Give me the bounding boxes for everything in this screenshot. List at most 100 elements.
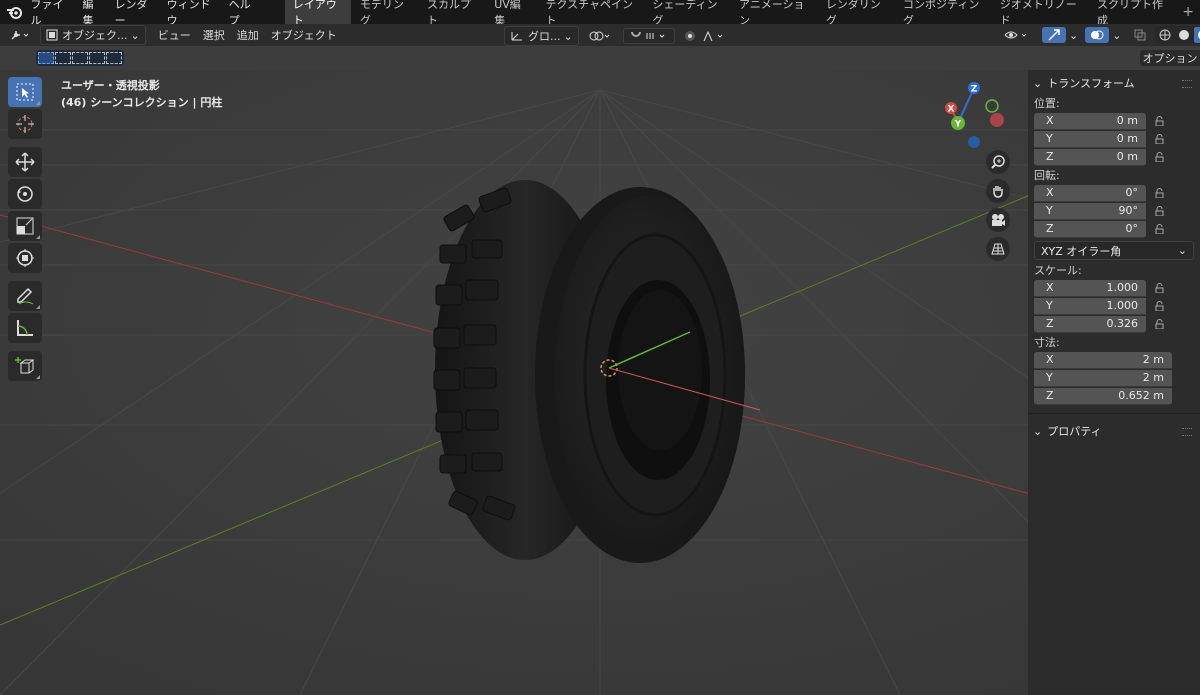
select-new-icon[interactable]: [38, 52, 54, 64]
proportional-edit-toggle[interactable]: [679, 29, 735, 43]
lock-icon[interactable]: [1154, 133, 1166, 145]
navigation-buttons: [986, 150, 1010, 261]
lock-icon[interactable]: [1154, 205, 1166, 217]
select-box-tool[interactable]: [8, 77, 42, 107]
transform-orientation-select[interactable]: グロ... ⌄: [504, 26, 579, 46]
axis-label: Y: [1046, 299, 1053, 312]
cursor-tool[interactable]: [8, 109, 42, 139]
axis-label: X: [1046, 353, 1054, 366]
pivot-point-button[interactable]: [583, 29, 619, 43]
field-value: 0.652 m: [1118, 389, 1164, 402]
drag-grip-icon[interactable]: [1182, 80, 1192, 88]
lock-icon[interactable]: [1154, 223, 1166, 235]
gizmo-toggle[interactable]: [1042, 27, 1066, 43]
eye-icon: [1004, 31, 1027, 39]
menu-object[interactable]: オブジェクト: [265, 27, 343, 43]
view-object-types-button[interactable]: [999, 27, 1035, 43]
menu-view[interactable]: ビュー: [152, 27, 197, 43]
rotation-mode-select[interactable]: XYZ オイラー角 ⌄: [1034, 241, 1194, 260]
view-name-label: ユーザー・透視投影: [61, 79, 160, 92]
z-axis-label: Z: [971, 85, 978, 95]
rotation-z-field[interactable]: Z 0°: [1034, 220, 1146, 238]
lock-icon[interactable]: [1154, 115, 1166, 127]
3d-viewport[interactable]: [0, 70, 1200, 695]
orientation-icon: [511, 32, 522, 41]
xray-toggle[interactable]: [1128, 27, 1152, 43]
neg-x-axis-ball[interactable]: [990, 113, 1004, 127]
properties-panel-header[interactable]: ⌄ プロパティ: [1028, 420, 1200, 442]
transform-panel-header[interactable]: ⌄ トランスフォーム: [1028, 72, 1200, 94]
camera-view-button[interactable]: [986, 208, 1010, 232]
dimensions-z-field[interactable]: Z 0.652 m: [1034, 387, 1172, 405]
camera-icon: [992, 214, 1005, 226]
material-preview-button[interactable]: [1194, 27, 1200, 43]
neg-z-axis-ball[interactable]: [968, 136, 980, 148]
ruler-icon: [17, 320, 33, 336]
selection-mode-buttons: [36, 50, 124, 66]
dimensions-x-field[interactable]: X 2 m: [1034, 351, 1172, 369]
transform-title: トランスフォーム: [1047, 77, 1135, 90]
measure-tool[interactable]: [8, 313, 42, 343]
location-y-field[interactable]: Y 0 m: [1034, 130, 1146, 148]
add-workspace-button[interactable]: +: [1176, 4, 1200, 20]
tool-bar: [8, 77, 44, 383]
navigation-gizmo[interactable]: Z X Y: [940, 76, 1010, 156]
select-subtract-icon[interactable]: [72, 52, 88, 64]
rotation-label: 回転:: [1034, 169, 1060, 182]
lock-icon[interactable]: [1154, 151, 1166, 163]
location-x-field[interactable]: X 0 m: [1034, 112, 1146, 130]
axis-label: Z: [1046, 389, 1054, 402]
select-extend-icon[interactable]: [55, 52, 71, 64]
scale-y-field[interactable]: Y 1.000: [1034, 297, 1146, 315]
rotation-y-field[interactable]: Y 90°: [1034, 202, 1146, 220]
lock-icon[interactable]: [1154, 318, 1166, 330]
lock-icon[interactable]: [1154, 187, 1166, 199]
transform-tool[interactable]: [8, 243, 42, 273]
chevron-down-icon[interactable]: ⌄: [1069, 29, 1078, 42]
solid-shading-button[interactable]: [1175, 27, 1193, 43]
pan-button[interactable]: [986, 179, 1010, 203]
zoom-button[interactable]: [986, 150, 1010, 174]
menu-select[interactable]: 選択: [197, 27, 231, 43]
field-value: 0°: [1125, 186, 1139, 199]
overlays-toggle[interactable]: [1085, 27, 1110, 43]
field-value: 1.000: [1106, 299, 1139, 312]
object-mode-icon: [46, 29, 58, 41]
dimensions-y-field[interactable]: Y 2 m: [1034, 369, 1172, 387]
proportional-edit-icon: [684, 30, 723, 42]
wireframe-shading-button[interactable]: [1156, 27, 1174, 43]
scale-x-field[interactable]: X 1.000: [1034, 279, 1146, 297]
scale-tool[interactable]: [8, 211, 42, 241]
menu-add[interactable]: 追加: [231, 27, 265, 43]
snap-toggle[interactable]: [622, 28, 675, 44]
chevron-down-icon: ⌄: [1177, 244, 1187, 257]
snap-magnet-icon: [630, 31, 665, 39]
axis-gizmo: Z X Y: [945, 82, 1004, 148]
options-button[interactable]: オプション: [1140, 50, 1200, 66]
scale-z-field[interactable]: Z 0.326: [1034, 315, 1146, 333]
add-cube-tool[interactable]: [8, 351, 42, 381]
drag-grip-icon[interactable]: [1182, 428, 1192, 436]
field-value: 0.326: [1106, 317, 1139, 330]
perspective-toggle-button[interactable]: [986, 237, 1010, 261]
lock-icon[interactable]: [1154, 282, 1166, 294]
rotate-tool[interactable]: [8, 179, 42, 209]
rotate-icon: [17, 186, 33, 202]
mode-select[interactable]: オブジェク... ⌄: [40, 25, 146, 45]
location-label: 位置:: [1034, 97, 1060, 110]
y-axis-label: Y: [954, 120, 962, 130]
editor-type-button[interactable]: [4, 27, 36, 43]
neg-y-axis-ball[interactable]: [985, 99, 999, 113]
annotate-tool[interactable]: [8, 281, 42, 311]
rotation-x-field[interactable]: X 0°: [1034, 184, 1146, 202]
zoom-icon: [991, 155, 1005, 169]
location-z-field[interactable]: Z 0 m: [1034, 148, 1146, 166]
chevron-down-icon[interactable]: ⌄: [1112, 29, 1121, 42]
field-value: 1.000: [1106, 281, 1139, 294]
lock-icon[interactable]: [1154, 300, 1166, 312]
select-intersect-icon[interactable]: [106, 52, 122, 64]
tire-object[interactable]: [433, 180, 745, 563]
select-invert-icon[interactable]: [89, 52, 105, 64]
move-tool[interactable]: [8, 147, 42, 177]
blender-logo-icon[interactable]: [4, 0, 24, 24]
